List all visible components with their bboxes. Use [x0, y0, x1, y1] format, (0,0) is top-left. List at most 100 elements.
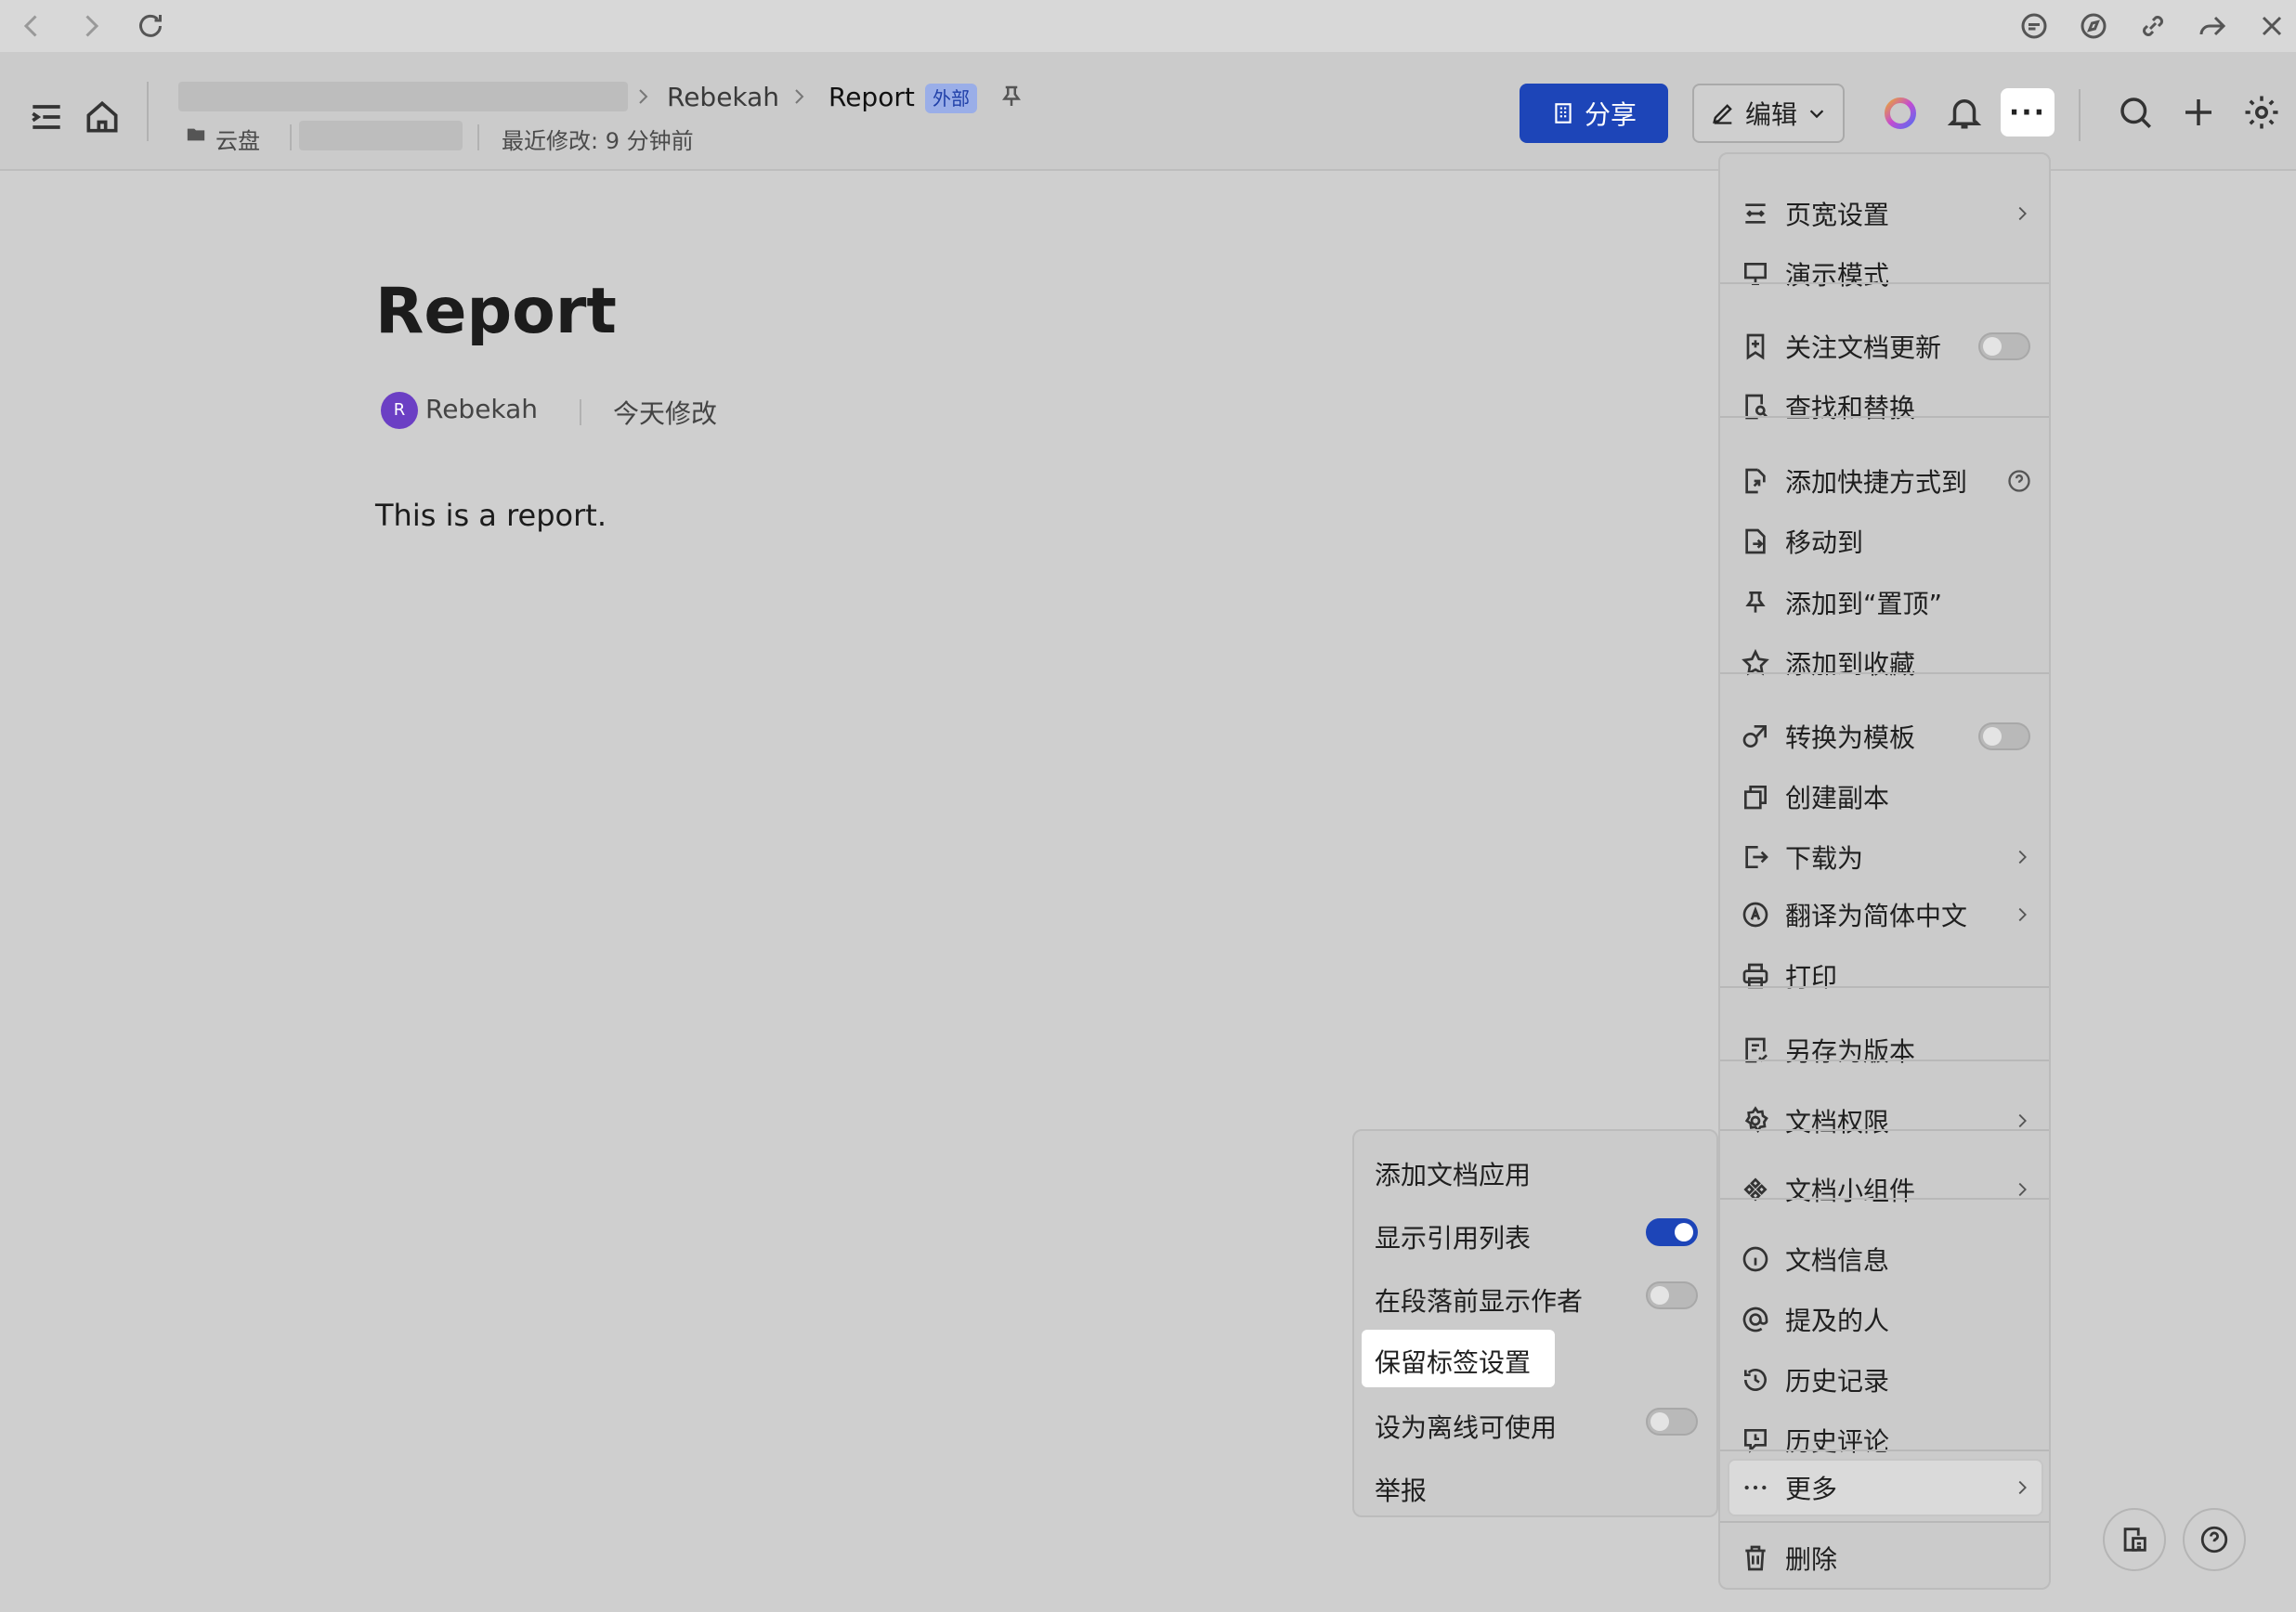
menu-item-label: 文档小组件: [1785, 1176, 1916, 1206]
download-icon: [1741, 842, 1770, 872]
follow-toggle[interactable]: [1978, 332, 2030, 360]
references-toggle[interactable]: [1646, 1218, 1698, 1246]
home-icon[interactable]: [82, 97, 123, 137]
menu-item-label: 转换为模板: [1785, 722, 1916, 753]
menu-item-permissions[interactable]: 文档权限: [1720, 1095, 2049, 1147]
last-modified: 最近修改: 9 分钟前: [502, 128, 694, 154]
page-width-icon: [1741, 199, 1770, 228]
menu-item-label: 创建副本: [1785, 783, 1890, 813]
menu-item-download[interactable]: 下载为: [1720, 831, 2049, 883]
link-icon[interactable]: [2136, 9, 2170, 43]
share-button[interactable]: 分享: [1520, 84, 1668, 143]
menu-item-more[interactable]: 更多: [1720, 1462, 2049, 1514]
owner-redacted: [299, 121, 463, 150]
more-menu: 页宽设置 演示模式 关注文档更新 查找和替换 添加快捷方式到 移动到 添加到“置…: [1718, 152, 2051, 1590]
compass-icon[interactable]: [2077, 9, 2110, 43]
location-label[interactable]: 云盘: [215, 123, 260, 155]
menu-item-label: 演示模式: [1785, 260, 1890, 291]
more-submenu: 添加文档应用 显示引用列表 在段落前显示作者 保留标签设置 设为离线可使用 举报: [1352, 1129, 1718, 1517]
menu-item-favorite[interactable]: 添加到收藏: [1720, 637, 2049, 689]
history-icon: [1741, 1365, 1770, 1395]
help-icon[interactable]: [2006, 468, 2032, 494]
menu-item-pin[interactable]: 添加到“置顶”: [1720, 577, 2049, 629]
close-icon[interactable]: [2255, 9, 2289, 43]
menu-item-label: 提及的人: [1785, 1306, 1890, 1336]
help-icon: [2198, 1524, 2230, 1555]
menu-item-label: 历史评论: [1785, 1426, 1890, 1457]
help-button[interactable]: [2183, 1508, 2246, 1571]
plus-icon[interactable]: [2179, 93, 2218, 132]
avatar[interactable]: R: [381, 392, 418, 429]
reload-icon[interactable]: [134, 9, 167, 43]
template-icon: [1741, 722, 1770, 751]
divider: [147, 82, 149, 141]
menu-item-widgets[interactable]: 文档小组件: [1720, 1164, 2049, 1216]
menu-item-history[interactable]: 历史记录: [1720, 1354, 2049, 1406]
template-toggle[interactable]: [1978, 722, 2030, 750]
menu-item-label: 删除: [1785, 1544, 1838, 1575]
document-title[interactable]: Report: [375, 275, 617, 348]
chevron-right-icon: [632, 84, 654, 110]
submenu-item-show-author[interactable]: 在段落前显示作者: [1354, 1268, 1716, 1324]
outline-toggle-icon[interactable]: [26, 97, 67, 137]
menu-item-label: 移动到: [1785, 527, 1864, 558]
menu-item-template[interactable]: 转换为模板: [1720, 710, 2049, 762]
forward-icon[interactable]: [74, 9, 108, 43]
doc-outline-button[interactable]: [2103, 1508, 2166, 1571]
submenu-item-offline[interactable]: 设为离线可使用: [1354, 1395, 1716, 1450]
menu-item-save-version[interactable]: 另存为版本: [1720, 1024, 2049, 1076]
menu-item-presentation[interactable]: 演示模式: [1720, 248, 2049, 300]
menu-item-label: 历史记录: [1785, 1366, 1890, 1397]
present-icon: [1741, 259, 1770, 289]
ellipsis-icon: [1741, 1473, 1770, 1502]
document-body[interactable]: This is a report.: [375, 498, 607, 533]
more-button[interactable]: ···: [2001, 88, 2055, 136]
share-arrow-icon[interactable]: [2196, 9, 2229, 43]
bell-icon[interactable]: [1945, 93, 1984, 132]
info-icon: [1741, 1244, 1770, 1274]
edit-mode-button[interactable]: 编辑: [1692, 84, 1845, 143]
chevron-right-icon: [788, 84, 810, 110]
menu-item-follow-updates[interactable]: 关注文档更新: [1720, 320, 2049, 372]
pin-icon[interactable]: [998, 82, 1025, 111]
shortcut-icon: [1741, 466, 1770, 496]
submenu-item-show-references[interactable]: 显示引用列表: [1354, 1205, 1716, 1261]
author-name[interactable]: Rebekah: [425, 394, 538, 424]
menu-item-translate[interactable]: 翻译为简体中文: [1720, 889, 2049, 941]
chat-icon[interactable]: [2017, 9, 2051, 43]
menu-item-print[interactable]: 打印: [1720, 950, 2049, 1002]
submenu-item-label: 在段落前显示作者: [1375, 1286, 1584, 1317]
widget-icon: [1741, 1175, 1770, 1204]
submenu-item-add-doc-app[interactable]: 添加文档应用: [1354, 1142, 1716, 1198]
menu-item-duplicate[interactable]: 创建副本: [1720, 771, 2049, 823]
menu-item-find-replace[interactable]: 查找和替换: [1720, 381, 2049, 433]
move-icon: [1741, 526, 1770, 556]
menu-divider: [1720, 416, 2049, 418]
search-icon[interactable]: [2116, 93, 2155, 132]
menu-item-page-width[interactable]: 页宽设置: [1720, 188, 2049, 240]
ai-assistant-icon[interactable]: [1882, 95, 1919, 132]
edit-label: 编辑: [1744, 99, 1797, 130]
menu-item-doc-info[interactable]: 文档信息: [1720, 1233, 2049, 1285]
menu-divider: [1720, 282, 2049, 284]
menu-item-label: 文档权限: [1785, 1107, 1890, 1138]
author-toggle[interactable]: [1646, 1281, 1698, 1309]
submenu-item-report[interactable]: 举报: [1354, 1458, 1716, 1514]
breadcrumb-redacted: [178, 82, 628, 111]
menu-divider: [1720, 1129, 2049, 1131]
offline-toggle[interactable]: [1646, 1408, 1698, 1436]
menu-item-add-shortcut[interactable]: 添加快捷方式到: [1720, 455, 2049, 507]
breadcrumb-folder[interactable]: Rebekah: [667, 82, 779, 112]
submenu-item-retention-label[interactable]: 保留标签设置: [1354, 1330, 1716, 1387]
menu-item-delete[interactable]: 删除: [1720, 1532, 2049, 1584]
back-icon[interactable]: [15, 9, 48, 43]
menu-item-mentions[interactable]: 提及的人: [1720, 1294, 2049, 1346]
settings-icon[interactable]: [2242, 93, 2281, 132]
menu-item-label: 下载为: [1785, 843, 1864, 874]
divider: [2079, 89, 2081, 141]
menu-item-move-to[interactable]: 移动到: [1720, 515, 2049, 567]
menu-item-label: 更多: [1785, 1474, 1838, 1504]
share-label: 分享: [1584, 99, 1637, 130]
building-icon: [1551, 100, 1575, 126]
menu-item-label: 打印: [1785, 962, 1838, 993]
